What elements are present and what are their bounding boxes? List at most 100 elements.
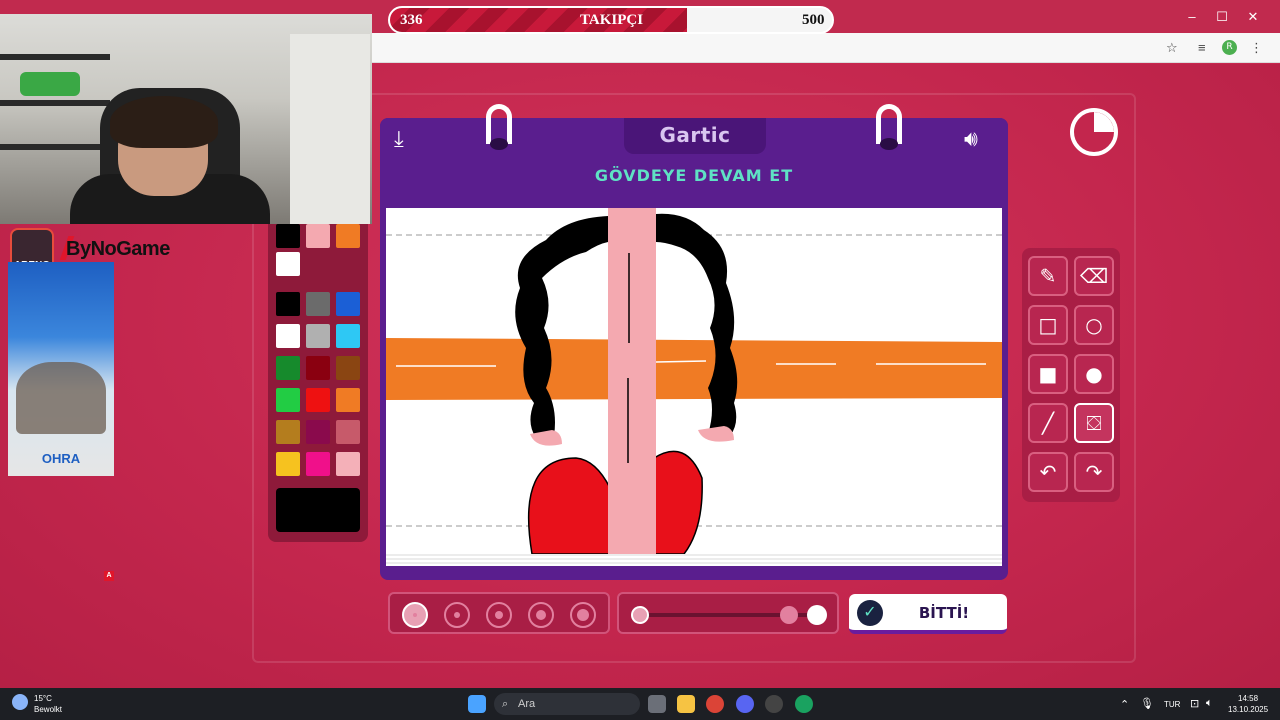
fill-bucket-icon[interactable]: ⛋ (1074, 403, 1114, 443)
steam-icon[interactable] (765, 695, 783, 713)
color-swatch[interactable] (306, 420, 330, 444)
color-swatch[interactable] (276, 420, 300, 444)
brush-size-dot (577, 609, 589, 621)
start-menu-icon[interactable] (468, 695, 486, 713)
brush-size-option[interactable] (444, 602, 470, 628)
rect-filled-icon[interactable]: ■ (1028, 354, 1068, 394)
language-indicator[interactable]: TUR (1164, 700, 1180, 709)
drawing-canvas[interactable] (386, 208, 1002, 554)
pink-column (608, 208, 656, 554)
color-swatch[interactable] (306, 292, 330, 316)
follower-label: TAKIPÇI (580, 12, 644, 28)
color-swatch[interactable] (336, 356, 360, 380)
maximize-button[interactable]: ☐ (1212, 9, 1232, 25)
brush-size-option[interactable] (486, 602, 512, 628)
line-icon[interactable]: ╱ (1028, 403, 1068, 443)
color-swatch[interactable] (336, 452, 360, 476)
follower-goal: 500 (802, 12, 825, 28)
chrome-icon[interactable] (706, 695, 724, 713)
rect-outline-icon[interactable]: □ (1028, 305, 1068, 345)
sponsor-ad: OHRA (8, 262, 114, 476)
ellipse-filled-icon[interactable]: ● (1074, 354, 1114, 394)
bookmark-star-icon[interactable]: ☆ (1166, 40, 1178, 56)
color-swatch[interactable] (336, 292, 360, 316)
done-label: BİTTİ! (918, 604, 970, 622)
brush-size-option[interactable] (528, 602, 554, 628)
color-swatch[interactable] (306, 224, 330, 248)
drawing-svg (386, 208, 1002, 554)
sound-icon[interactable]: 🔊︎ (964, 126, 978, 152)
color-swatch[interactable] (306, 452, 330, 476)
hair-left (515, 216, 608, 438)
color-swatch[interactable] (306, 324, 330, 348)
color-swatch[interactable] (276, 292, 300, 316)
file-explorer-icon[interactable] (677, 695, 695, 713)
stripe-line-2 (655, 360, 707, 363)
weather-desc: Bewolkt (34, 705, 63, 714)
undo-icon[interactable]: ↶ (1028, 452, 1068, 492)
discord-icon[interactable] (736, 695, 754, 713)
red-shape-left (528, 457, 611, 554)
close-window-button[interactable]: ✕ (1243, 9, 1263, 25)
microphone-icon[interactable]: 🎙︎ (1140, 697, 1154, 710)
opacity-slider[interactable] (617, 592, 839, 634)
streamer-hair (110, 96, 218, 148)
chrome-profile-icon[interactable] (795, 695, 813, 713)
color-palette (268, 224, 368, 542)
drawing-prompt: GÖVDEYE DEVAM ET (594, 166, 794, 185)
color-swatch[interactable] (306, 356, 330, 380)
done-button[interactable]: ✓ BİTTİ! (849, 594, 1007, 634)
brush-size-selector (388, 592, 610, 634)
color-swatch[interactable] (336, 224, 360, 248)
color-swatch[interactable] (276, 252, 300, 276)
clock-date: 13.10.2025 (1228, 705, 1269, 714)
color-swatch[interactable] (336, 420, 360, 444)
ad-brand-text: OHRA (41, 451, 81, 466)
brush-size-option[interactable] (570, 602, 596, 628)
color-swatch[interactable] (276, 388, 300, 412)
ellipse-outline-icon[interactable]: ○ (1074, 305, 1114, 345)
color-swatch[interactable] (276, 224, 300, 248)
color-swatch[interactable] (336, 324, 360, 348)
redo-icon[interactable]: ↷ (1074, 452, 1114, 492)
profile-avatar[interactable]: R (1222, 40, 1237, 55)
ring-hole-left (490, 138, 508, 150)
weather-icon[interactable] (12, 694, 28, 710)
timer-elapsed (1094, 112, 1114, 132)
media-controls-icon[interactable]: ≡ (1198, 40, 1206, 55)
windows-taskbar: 15°C Bewolkt ⌕ Ara ⌃ 🎙︎ TUR ⊡ 🔈︎ 14:58 1… (0, 688, 1280, 720)
brush-size-option[interactable] (402, 602, 428, 628)
task-view-icon[interactable] (648, 695, 666, 713)
taskbar-search[interactable]: ⌕ Ara (494, 693, 640, 715)
color-swatch[interactable] (336, 388, 360, 412)
gartic-logo: Gartic (659, 123, 731, 147)
browser-menu-icon[interactable]: ⋮ (1250, 40, 1263, 56)
search-icon: ⌕ (502, 698, 509, 710)
color-swatch[interactable] (276, 324, 300, 348)
ring-hole-right (880, 138, 898, 150)
color-swatch[interactable] (276, 356, 300, 380)
brush-size-dot (413, 613, 417, 617)
tray-chevron-icon[interactable]: ⌃ (1120, 698, 1129, 711)
tool-panel: ✎ ⌫ □ ○ ■ ● ╱ ⛋ ↶ ↷ (1022, 248, 1120, 502)
drawing-board: Gartic ⤓ 🔊︎ GÖVDEYE DEVAM ET (380, 104, 1008, 580)
volume-icon[interactable]: 🔈︎ (1206, 697, 1213, 710)
eraser-icon[interactable]: ⌫ (1074, 256, 1114, 296)
slider-max-marker (807, 605, 827, 625)
red-shape-right (653, 450, 703, 554)
ad-photo (16, 362, 106, 434)
minimize-button[interactable]: – (1182, 9, 1202, 24)
brush-size-dot (454, 612, 460, 618)
color-swatch[interactable] (306, 388, 330, 412)
download-icon[interactable]: ⤓ (394, 126, 404, 152)
check-icon: ✓ (857, 600, 883, 626)
search-placeholder: Ara (518, 698, 536, 710)
hair-right (656, 213, 738, 436)
pencil-icon[interactable]: ✎ (1028, 256, 1068, 296)
brand-name: ByNoGame (66, 238, 170, 260)
slider-handle[interactable] (779, 606, 798, 624)
network-icon[interactable]: ⊡ (1190, 697, 1199, 710)
color-swatch[interactable] (276, 452, 300, 476)
webcam-feed (0, 14, 372, 224)
current-color-preview (276, 488, 360, 532)
